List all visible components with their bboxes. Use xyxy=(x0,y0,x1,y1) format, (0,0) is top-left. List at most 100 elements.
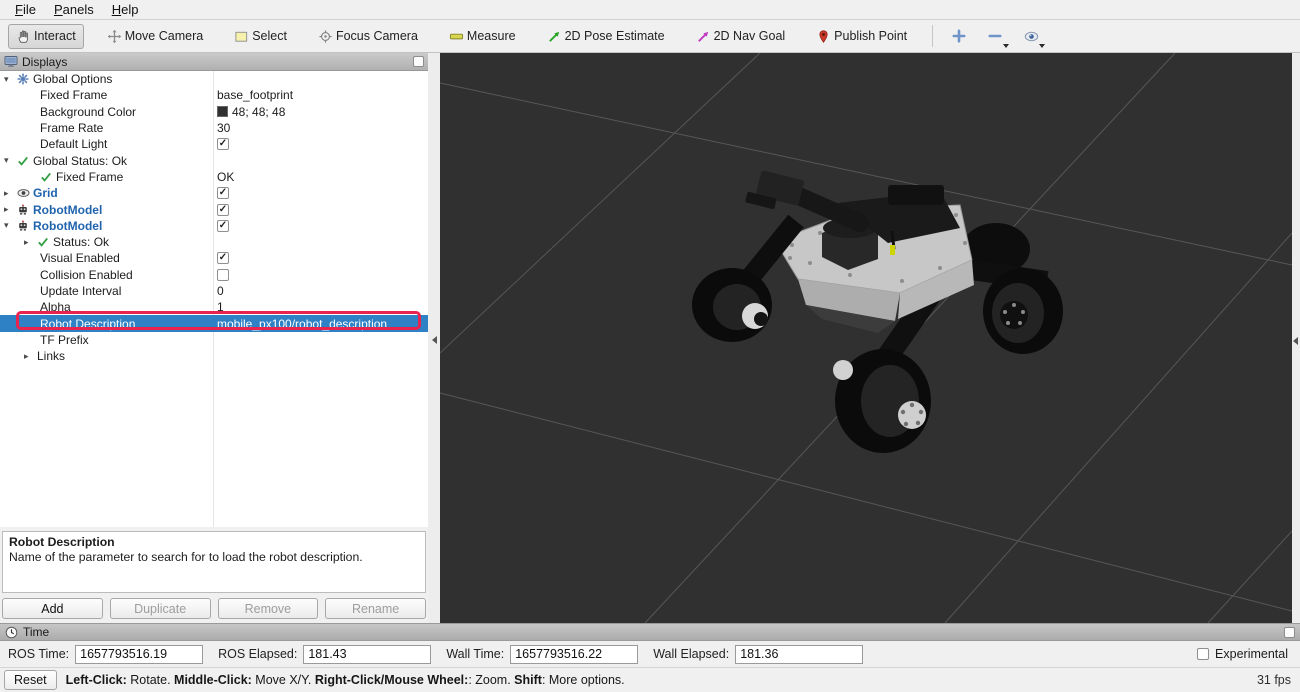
time-float-button[interactable] xyxy=(1284,627,1295,638)
property-value[interactable] xyxy=(217,267,229,283)
right-splitter-collapse-icon[interactable] xyxy=(1293,337,1298,345)
checkbox-unchecked[interactable] xyxy=(217,269,229,281)
tool-interact[interactable]: Interact xyxy=(8,24,84,49)
property-value[interactable]: ✓ xyxy=(217,218,229,234)
tool-label: Interact xyxy=(34,29,76,43)
menu-file[interactable]: File xyxy=(6,1,45,18)
menu-help[interactable]: Help xyxy=(103,1,148,18)
tree-row-global-options[interactable]: ▾ Global Options xyxy=(0,71,428,87)
expander-open-icon[interactable]: ▾ xyxy=(4,220,17,231)
splitter-collapse-icon[interactable] xyxy=(432,336,437,344)
tool-visibility-button[interactable] xyxy=(1017,23,1045,49)
expander-open-icon[interactable]: ▾ xyxy=(4,155,17,166)
tree-row-status-ok[interactable]: ▸Status: Ok xyxy=(0,234,428,250)
tree-row-robot-description[interactable]: Robot Description mobile_px100/robot_desc… xyxy=(0,315,428,331)
add-tool-button[interactable] xyxy=(945,23,973,49)
panel-float-button[interactable] xyxy=(413,56,424,67)
property-value: base_footprint xyxy=(217,87,293,103)
status-bar: Reset Left-Click: Rotate. Middle-Click: … xyxy=(0,668,1300,692)
reset-button[interactable]: Reset xyxy=(4,670,57,690)
tool-select[interactable]: Select xyxy=(226,24,295,49)
dropdown-caret-icon[interactable] xyxy=(1003,44,1009,48)
checkbox-checked[interactable]: ✓ xyxy=(217,220,229,232)
expander-closed-icon[interactable]: ▸ xyxy=(4,188,17,199)
right-splitter[interactable] xyxy=(1292,53,1300,623)
rviz-window: FilePanelsHelp Interact Move Camera Select… xyxy=(0,0,1300,692)
check-icon xyxy=(37,236,53,248)
3d-viewport[interactable] xyxy=(440,53,1292,623)
tool-2d-nav-goal[interactable]: 2D Nav Goal xyxy=(688,24,794,49)
tool-measure[interactable]: Measure xyxy=(441,24,524,49)
tree-row-default-light[interactable]: Default Light✓ xyxy=(0,136,428,152)
tree-row-links[interactable]: ▸Links xyxy=(0,348,428,364)
tree-row-frame-rate[interactable]: Frame Rate30 xyxy=(0,120,428,136)
tree-row-update-interval[interactable]: Update Interval0 xyxy=(0,283,428,299)
time-panel-title: Time xyxy=(23,625,49,639)
time-field-input[interactable] xyxy=(75,645,203,664)
expander-closed-icon[interactable]: ▸ xyxy=(24,237,37,248)
property-label: Fixed Frame xyxy=(56,170,123,184)
duplicate-button: Duplicate xyxy=(110,598,211,619)
property-label: Links xyxy=(37,349,65,363)
property-label: Global Options xyxy=(33,72,112,86)
toolbar-separator xyxy=(932,25,933,47)
grid-lines xyxy=(440,53,1292,623)
tree-row-alpha[interactable]: Alpha1 xyxy=(0,299,428,315)
value-text: 48; 48; 48 xyxy=(232,105,285,119)
tool-focus-camera[interactable]: Focus Camera xyxy=(310,24,426,49)
time-field-input[interactable] xyxy=(735,645,863,664)
tree-row-visual-enabled[interactable]: Visual Enabled✓ xyxy=(0,250,428,266)
tree-row-fixed-frame[interactable]: Fixed Framebase_footprint xyxy=(0,87,428,103)
tool-publish-point[interactable]: Publish Point xyxy=(808,24,915,49)
menu-panels[interactable]: Panels xyxy=(45,1,103,18)
hand-icon xyxy=(16,29,31,44)
checkbox-checked[interactable]: ✓ xyxy=(217,252,229,264)
checkbox-checked[interactable]: ✓ xyxy=(217,187,229,199)
main-area: Displays ▾Global OptionsFixed Framebase_… xyxy=(0,53,1300,623)
color-swatch xyxy=(217,106,228,117)
experimental-label: Experimental xyxy=(1215,647,1288,661)
remove-tool-button[interactable] xyxy=(981,23,1009,49)
property-value[interactable]: ✓ xyxy=(217,250,229,266)
time-field-input[interactable] xyxy=(303,645,431,664)
property-value[interactable]: ✓ xyxy=(217,201,229,217)
tree-row-global-status-ok[interactable]: ▾Global Status: Ok xyxy=(0,152,428,168)
checkbox-checked[interactable]: ✓ xyxy=(217,138,229,150)
time-panel-header[interactable]: Time xyxy=(0,623,1300,641)
rename-button: Rename xyxy=(325,598,426,619)
value-text: mobile_px100/robot_description xyxy=(217,317,387,331)
time-field-input[interactable] xyxy=(510,645,638,664)
dropdown-caret-icon[interactable] xyxy=(1039,44,1045,48)
tool-move-camera[interactable]: Move Camera xyxy=(99,24,212,49)
panel-splitter[interactable] xyxy=(428,53,440,623)
tree-row-background-color[interactable]: Background Color48; 48; 48 xyxy=(0,104,428,120)
property-label: Robot Description xyxy=(40,317,135,331)
expander-closed-icon[interactable]: ▸ xyxy=(4,204,17,215)
fps-counter: 31 fps xyxy=(1257,673,1291,687)
tree-row-tf-prefix[interactable]: TF Prefix xyxy=(0,332,428,348)
tool-2d-pose-estimate[interactable]: 2D Pose Estimate xyxy=(539,24,673,49)
tree-row-fixed-frame[interactable]: Fixed FrameOK xyxy=(0,169,428,185)
property-label: RobotModel xyxy=(33,219,102,233)
focus-icon xyxy=(318,29,333,44)
value-text: 30 xyxy=(217,121,230,135)
tree-row-robotmodel[interactable]: ▾ RobotModel ✓ xyxy=(0,218,428,234)
check-icon xyxy=(40,171,56,183)
tree-row-robotmodel[interactable]: ▸RobotModel✓ xyxy=(0,201,428,217)
expander-closed-icon[interactable]: ▸ xyxy=(24,351,37,362)
checkbox-unchecked[interactable] xyxy=(1197,648,1209,660)
displays-panel-header[interactable]: Displays xyxy=(0,53,428,71)
displays-tree: ▾Global OptionsFixed Framebase_footprint… xyxy=(0,71,428,527)
time-field-wall-elapsed: Wall Elapsed: xyxy=(653,645,863,664)
expander-open-icon[interactable]: ▾ xyxy=(4,74,17,85)
add-button[interactable]: Add xyxy=(2,598,103,619)
tree-row-grid[interactable]: ▸ Grid ✓ xyxy=(0,185,428,201)
checkbox-checked[interactable]: ✓ xyxy=(217,204,229,216)
nav-arrow-icon xyxy=(696,29,711,44)
tree-row-collision-enabled[interactable]: Collision Enabled xyxy=(0,267,428,283)
property-label: Grid xyxy=(33,186,58,200)
property-value[interactable]: ✓ xyxy=(217,185,229,201)
tool-label: Focus Camera xyxy=(336,29,418,43)
monitor-icon xyxy=(4,55,18,68)
property-value[interactable]: ✓ xyxy=(217,136,229,152)
